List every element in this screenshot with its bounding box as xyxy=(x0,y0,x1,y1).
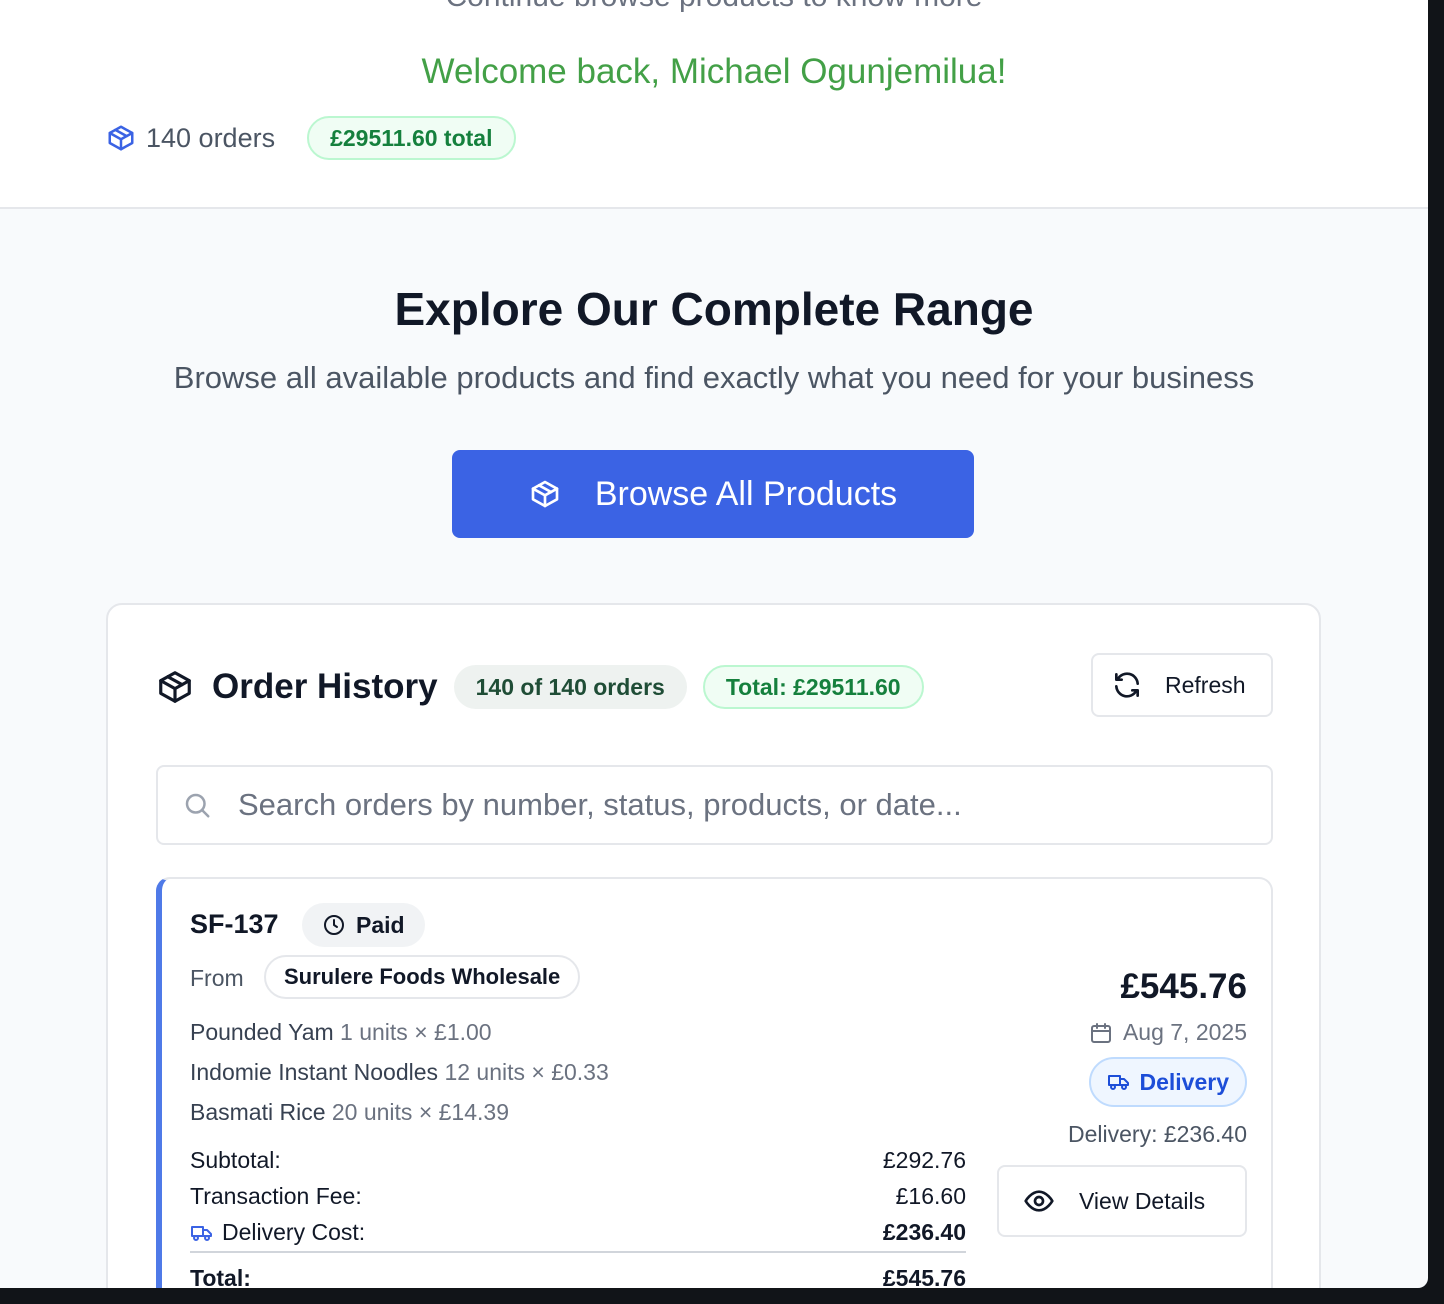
app-window: Continue browse products to know more We… xyxy=(0,0,1428,1288)
order-date: Aug 7, 2025 xyxy=(1089,1019,1247,1046)
clock-icon xyxy=(324,915,344,935)
delivery-cost-value: £236.40 xyxy=(882,1219,966,1245)
order-search-input[interactable] xyxy=(238,787,1218,823)
calendar-icon xyxy=(1090,1022,1111,1043)
package-icon xyxy=(531,480,559,508)
explore-subtitle: Browse all available products and find e… xyxy=(173,360,1255,395)
refresh-label: Refresh xyxy=(1165,671,1246,698)
search-icon xyxy=(185,793,210,818)
order-number: SF-137 xyxy=(190,909,279,939)
truck-icon xyxy=(1108,1075,1130,1090)
line-item: Pounded Yam 1 units × £1.00 xyxy=(190,1019,492,1046)
dashboard-header: Continue browse products to know more We… xyxy=(0,0,1428,209)
header-cutoff-text: Continue browse products to know more xyxy=(0,0,1428,14)
total-label: Total: xyxy=(190,1265,251,1288)
total-value: £545.76 xyxy=(882,1265,966,1288)
status-badge: Paid xyxy=(302,903,425,947)
product-quantity: 20 units × £14.39 xyxy=(331,1099,509,1125)
explore-title: Explore Our Complete Range xyxy=(394,283,1034,335)
subtotal-value: £292.76 xyxy=(882,1147,966,1173)
total-spend-badge: £29511.60 total xyxy=(307,116,516,160)
orders-count: 140 orders xyxy=(146,122,276,153)
order-total-amount: £545.76 xyxy=(1120,967,1247,1006)
order-date-text: Aug 7, 2025 xyxy=(1122,1019,1247,1045)
delivery-badge-label: Delivery xyxy=(1139,1068,1229,1095)
transaction-fee-value: £16.60 xyxy=(895,1183,966,1209)
line-item: Indomie Instant Noodles 12 units × £0.33 xyxy=(190,1059,609,1086)
order-history-title: Order History xyxy=(212,667,438,706)
product-name: Basmati Rice xyxy=(190,1099,326,1125)
package-icon xyxy=(159,671,191,703)
summary-divider xyxy=(190,1251,966,1253)
browse-button-label: Browse All Products xyxy=(594,474,898,513)
truck-icon xyxy=(191,1225,212,1241)
order-search-box xyxy=(156,765,1273,845)
refresh-button[interactable]: Refresh xyxy=(1091,653,1273,717)
subtotal-label: Subtotal: xyxy=(190,1147,281,1173)
eye-icon xyxy=(1024,1190,1054,1212)
product-name: Pounded Yam xyxy=(190,1019,334,1045)
transaction-fee-label: Transaction Fee: xyxy=(190,1183,362,1209)
view-details-button[interactable]: View Details xyxy=(997,1165,1247,1237)
delivery-cost-row: Delivery Cost: £236.40 xyxy=(190,1219,966,1246)
delivery-amount: Delivery: £236.40 xyxy=(1068,1121,1247,1147)
product-name: Indomie Instant Noodles xyxy=(190,1059,439,1085)
delivery-cost-label: Delivery Cost: xyxy=(222,1219,366,1245)
browse-all-products-button[interactable]: Browse All Products xyxy=(452,450,974,538)
order-history-card: Order History 140 of 140 orders Total: £… xyxy=(106,603,1321,1288)
transaction-fee-row: Transaction Fee: £16.60 xyxy=(190,1183,966,1210)
package-icon xyxy=(108,125,134,151)
refresh-icon xyxy=(1115,672,1139,698)
order-card[interactable]: SF-137 Paid From Surulere Foods Wholesal… xyxy=(156,877,1273,1288)
status-label: Paid xyxy=(356,911,405,938)
order-count-badge: 140 of 140 orders xyxy=(453,665,687,709)
product-quantity: 1 units × £1.00 xyxy=(340,1019,492,1045)
order-total-badge: Total: £29511.60 xyxy=(702,665,924,709)
supplier-badge: Surulere Foods Wholesale xyxy=(264,955,581,999)
product-quantity: 12 units × £0.33 xyxy=(444,1059,609,1085)
welcome-message: Welcome back, Michael Ogunjemilua! xyxy=(421,52,1007,91)
delivery-badge: Delivery xyxy=(1089,1057,1247,1107)
view-details-label: View Details xyxy=(1079,1187,1206,1214)
order-history-header: Order History 140 of 140 orders Total: £… xyxy=(156,653,924,721)
subtotal-row: Subtotal: £292.76 xyxy=(190,1147,966,1174)
line-item: Basmati Rice 20 units × £14.39 xyxy=(190,1099,509,1126)
total-row: Total: £545.76 xyxy=(190,1265,966,1288)
from-label: From xyxy=(190,965,244,991)
order-stats: 140 orders £29511.60 total xyxy=(106,116,516,160)
